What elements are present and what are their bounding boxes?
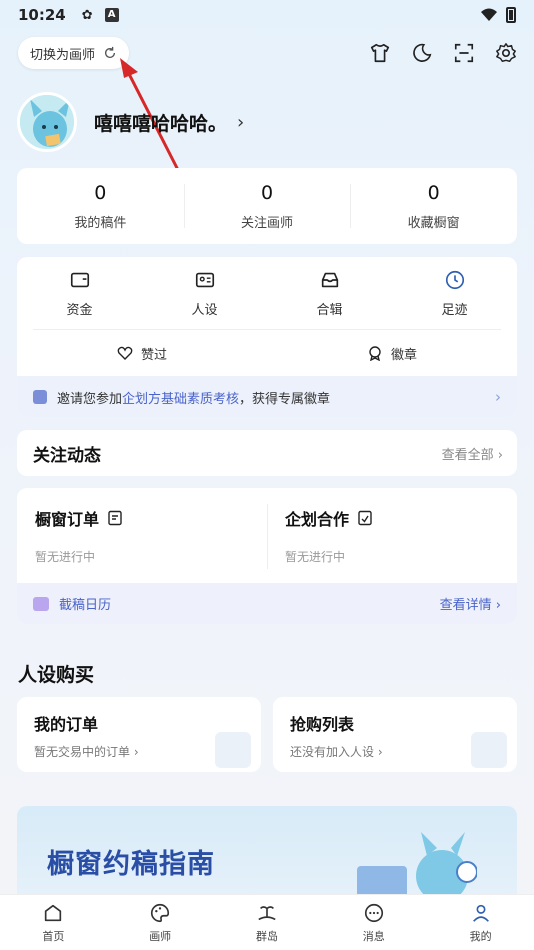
rush-list-card[interactable]: 抢购列表 还没有加入人设 ›	[273, 697, 517, 772]
settings-button[interactable]	[494, 41, 518, 65]
switch-label: 切换为画师	[30, 47, 96, 63]
follow-feed-card[interactable]: 关注动态 查看全部 ›	[17, 430, 517, 476]
status-bar: 10:24 ✿ A	[0, 0, 534, 30]
stat-label: 收藏橱窗	[407, 215, 460, 231]
tool-collection[interactable]: 合辑	[267, 269, 392, 318]
wallet-icon	[70, 272, 89, 287]
project-cooperation[interactable]: 企划合作 暂无进行中	[267, 488, 517, 583]
user-icon	[472, 904, 489, 922]
stat-label: 我的稿件	[74, 215, 127, 231]
tab-label: 群岛	[255, 929, 278, 943]
tab-label: 消息	[362, 929, 385, 943]
view-details-link[interactable]: 查看详情 ›	[440, 594, 501, 613]
stats-card: 0 我的稿件 0 关注画师 0 收藏橱窗	[17, 168, 517, 244]
guide-title: 橱窗约稿指南	[47, 849, 215, 880]
outfit-button[interactable]	[368, 41, 392, 65]
showcase-orders[interactable]: 橱窗订单 暂无进行中	[17, 488, 267, 583]
invite-prefix: 邀请您参加	[57, 391, 123, 407]
tool-history[interactable]: 足迹	[392, 269, 517, 318]
invite-link[interactable]: 企划方基础素质考核	[122, 388, 239, 407]
calendar-label: 截稿日历	[59, 598, 112, 613]
tool-funds[interactable]: 资金	[17, 269, 142, 318]
avatar[interactable]	[17, 92, 77, 152]
document-icon	[108, 510, 122, 526]
heart-icon	[117, 346, 133, 360]
id-card-icon	[195, 272, 214, 287]
tool-persona[interactable]: 人设	[142, 269, 267, 318]
medal-icon	[369, 346, 381, 361]
switch-to-artist-button[interactable]: 切换为画师	[18, 37, 130, 69]
tool-label: 赞过	[140, 347, 167, 363]
stat-my-drafts[interactable]: 0 我的稿件	[17, 168, 184, 244]
inbox-icon	[321, 272, 338, 287]
moon-icon	[413, 43, 432, 62]
clipboard-icon	[215, 732, 251, 768]
stat-value: 0	[94, 181, 107, 204]
scan-button[interactable]	[452, 41, 476, 65]
stat-favorite-showcases[interactable]: 0 收藏橱窗	[350, 168, 517, 244]
bottom-tab-bar: 首页 画师 群岛 消息 我的	[0, 894, 534, 950]
tab-artists[interactable]: 画师	[107, 895, 214, 950]
username: 嘻嘻嘻哈哈哈。	[94, 112, 228, 135]
order-status: 暂无进行中	[35, 550, 96, 564]
island-icon	[258, 905, 276, 920]
scan-icon	[454, 43, 474, 63]
orders-card: 橱窗订单 暂无进行中 企划合作 暂无进行中 截稿日历 查看详情 ›	[17, 488, 517, 624]
tab-label: 画师	[149, 929, 172, 943]
basket-icon	[471, 732, 507, 768]
wifi-icon	[481, 8, 497, 21]
chevron-right-icon: ›	[237, 111, 245, 133]
refresh-icon	[105, 46, 116, 59]
stat-value: 0	[260, 181, 274, 204]
tool-badges[interactable]: 徽章	[267, 344, 517, 363]
home-icon	[45, 904, 62, 921]
tab-mine[interactable]: 我的	[427, 895, 534, 950]
top-row: 切换为画师	[18, 36, 518, 70]
tool-label: 足迹	[441, 302, 468, 318]
view-all-link[interactable]: 查看全部 ›	[442, 444, 503, 463]
tab-messages[interactable]: 消息	[320, 895, 427, 950]
shield-badge-icon	[33, 390, 47, 404]
order-status: 暂无进行中	[285, 550, 346, 564]
tab-home[interactable]: 首页	[0, 895, 107, 950]
sync-status-icon: ✿	[81, 7, 93, 23]
tool-label: 徽章	[390, 347, 417, 363]
calendar-icon	[33, 596, 49, 611]
check-document-icon	[358, 510, 372, 526]
order-title: 企划合作	[285, 510, 350, 529]
tool-label: 人设	[191, 302, 218, 318]
tools-card: 资金 人设 合辑 足迹 赞过 徽章 邀请您参加 企划方基础素质考核 ，获得专属徽…	[17, 257, 517, 417]
gear-icon	[496, 43, 516, 62]
tool-label: 合辑	[316, 302, 343, 318]
palette-icon	[151, 903, 170, 922]
clock-icon	[445, 270, 464, 289]
battery-icon	[506, 7, 516, 23]
status-time: 10:24	[18, 6, 66, 24]
keyboard-status-icon: A	[104, 8, 119, 22]
tool-liked[interactable]: 赞过	[17, 344, 267, 363]
profile-row[interactable]: 嘻嘻嘻哈哈哈。 ›	[17, 92, 244, 152]
persona-section-title: 人设购买	[18, 664, 95, 686]
stat-value: 0	[427, 181, 440, 204]
tab-label: 首页	[42, 929, 65, 943]
night-mode-button[interactable]	[410, 41, 434, 65]
tab-label: 我的	[469, 929, 492, 943]
mascot-avatar-icon	[20, 95, 74, 149]
order-title: 橱窗订单	[35, 510, 100, 529]
deadline-calendar[interactable]: 截稿日历 查看详情 ›	[17, 583, 517, 624]
my-orders-card[interactable]: 我的订单 暂无交易中的订单 ›	[17, 697, 261, 772]
message-icon	[364, 903, 383, 922]
stat-followed-artists[interactable]: 0 关注画师	[183, 168, 351, 244]
chevron-right-icon: ›	[495, 388, 501, 406]
tab-islands[interactable]: 群岛	[214, 895, 321, 950]
showcase-guide-banner[interactable]: 橱窗约稿指南	[17, 806, 517, 906]
tshirt-icon	[370, 43, 390, 63]
invite-banner[interactable]: 邀请您参加 企划方基础素质考核 ，获得专属徽章 ›	[17, 376, 517, 417]
invite-suffix: ，获得专属徽章	[239, 391, 331, 407]
follow-title: 关注动态	[33, 445, 101, 466]
stat-label: 关注画师	[241, 215, 294, 231]
tool-label: 资金	[66, 302, 93, 318]
